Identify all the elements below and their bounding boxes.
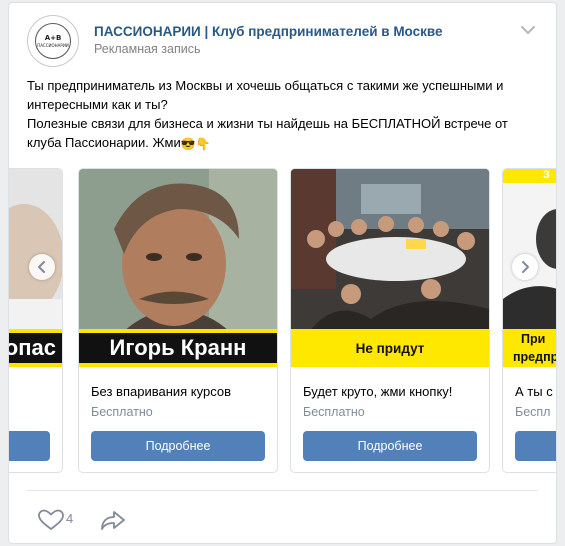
chevron-down-icon[interactable] <box>519 23 537 37</box>
post-text-line: интересными как и ты? <box>27 97 168 112</box>
post-text-line: Ты предприниматель из Москвы и хочешь об… <box>27 78 504 93</box>
card-banner-line: При <box>521 332 546 346</box>
card-price: Беспл <box>515 405 551 419</box>
ad-post: А+В ПАССИОНАРИИ ПАССИОНАРИИ | Клуб предп… <box>8 2 557 544</box>
card-price: Бесплатно <box>303 405 365 419</box>
post-text-line: клуба Пассионарии. Жми <box>27 135 181 150</box>
avatar-bottom-text: ПАССИОНАРИИ <box>37 43 69 48</box>
card-price: Бесплатно <box>91 405 153 419</box>
card-banner: Не придут <box>291 329 489 367</box>
carousel-card[interactable]: Игорь Кранн Без впаривания курсов Беспла… <box>78 168 278 473</box>
avatar-logo-ring: А+В ПАССИОНАРИИ <box>35 23 71 59</box>
post-text-line: Полезные связи для бизнеса и жизни ты на… <box>27 116 508 131</box>
card-title: Будет круто, жми кнопку! <box>303 384 453 399</box>
carousel-card[interactable]: З При предпр А ты с Беспл <box>502 168 557 473</box>
carousel-card[interactable]: Не придут Будет круто, жми кнопку! Беспл… <box>290 168 490 473</box>
avatar-monogram: А+В <box>44 34 62 42</box>
card-banner: Игорь Кранн <box>79 329 277 367</box>
post-text: Ты предприниматель из Москвы и хочешь об… <box>27 76 542 152</box>
card-image: Не придут <box>291 169 489 367</box>
card-more-button[interactable]: Подробнее <box>303 431 477 461</box>
chevron-right-icon <box>522 261 529 273</box>
carousel-card[interactable]: стопас <box>9 168 63 473</box>
card-banner: При предпр <box>503 329 557 367</box>
chevron-left-icon <box>38 261 45 273</box>
like-count: 4 <box>66 511 74 526</box>
card-more-button[interactable] <box>515 431 556 461</box>
card-title: Без впаривания курсов <box>91 384 231 399</box>
carousel-next-button[interactable] <box>512 254 538 280</box>
ad-carousel[interactable]: стопас Игорь Кранн Без впаривания ку <box>9 168 557 473</box>
community-name-link[interactable]: ПАССИОНАРИИ | Клуб предпринимателей в Мо… <box>94 24 443 39</box>
card-banner-line: предпр <box>513 350 557 364</box>
card-more-button[interactable] <box>9 431 50 461</box>
share-arrow-icon[interactable] <box>99 508 127 532</box>
ad-label: Рекламная запись <box>94 42 201 56</box>
community-avatar[interactable]: А+В ПАССИОНАРИИ <box>27 15 79 67</box>
card-image: Игорь Кранн <box>79 169 277 367</box>
heart-icon[interactable] <box>37 508 65 532</box>
footer-divider <box>27 490 538 491</box>
card-banner: стопас <box>9 329 62 367</box>
post-text-line-last: клуба Пассионарии. Жми😎👇 <box>27 133 542 152</box>
pointing-down-emoji-icon: 👇 <box>195 137 211 151</box>
card-top-banner: З <box>543 169 550 181</box>
card-more-button[interactable]: Подробнее <box>91 431 265 461</box>
carousel-prev-button[interactable] <box>29 254 55 280</box>
sunglasses-emoji-icon: 😎 <box>180 137 196 151</box>
card-title: А ты с <box>515 384 553 399</box>
